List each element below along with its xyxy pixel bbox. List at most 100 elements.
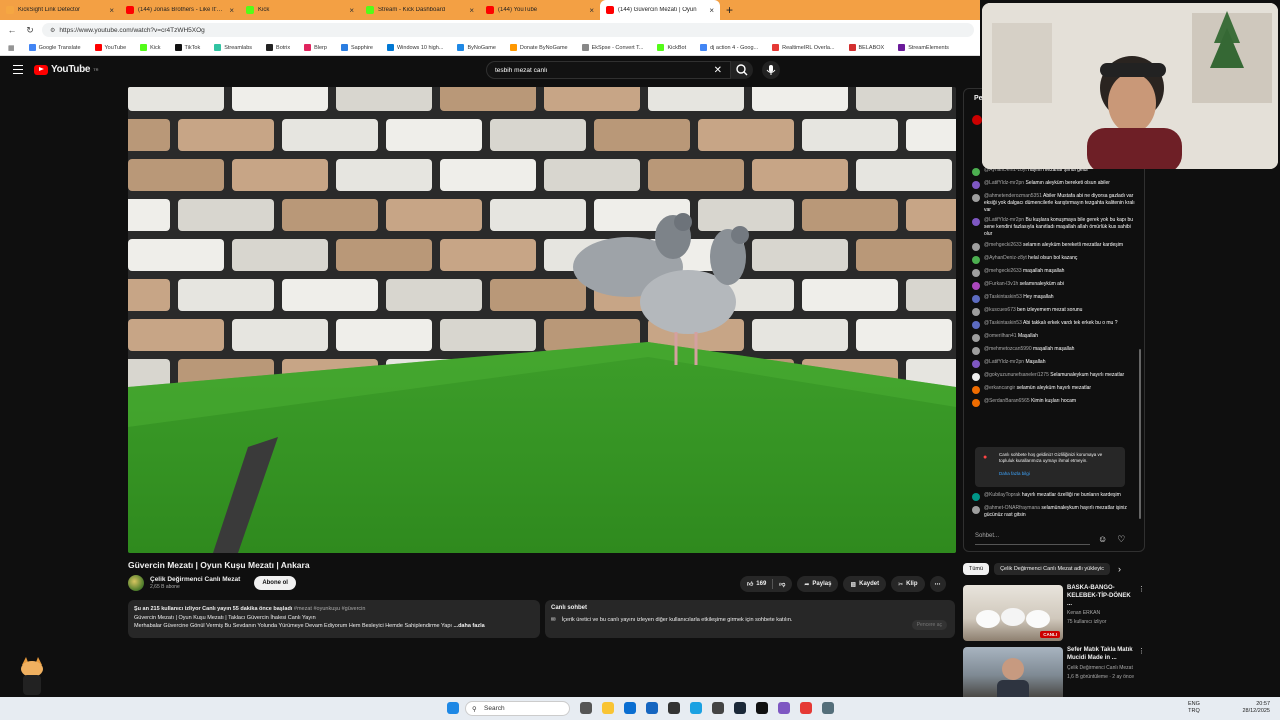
edge-icon[interactable] (690, 702, 702, 714)
browser-tab[interactable]: Stream - Kick Dashboard × (360, 0, 480, 20)
steam-icon[interactable] (734, 702, 746, 714)
chat-avatar[interactable] (972, 493, 980, 501)
chat-avatar[interactable] (972, 242, 980, 251)
bookmark-item[interactable]: Windows 10 high... (386, 44, 443, 51)
chevron-right-icon[interactable]: › (1118, 564, 1121, 574)
heart-icon[interactable]: ♡ (1117, 534, 1125, 545)
chrome-icon[interactable] (800, 702, 812, 714)
capcut-icon[interactable] (756, 702, 768, 714)
channel-name[interactable]: Çelik Değirmenci Canlı Mezat (150, 576, 240, 583)
browser-tab[interactable]: (144) Güvercin Mezatı | Oyun × (600, 0, 720, 20)
thumbs-down-icon[interactable]: 👎︎ (779, 580, 785, 588)
bookmark-item[interactable]: Sapphire (340, 44, 373, 51)
chat-avatar[interactable] (972, 194, 980, 202)
settings-icon[interactable] (712, 702, 724, 714)
channel-avatar[interactable] (128, 575, 144, 591)
task-view-icon[interactable] (580, 702, 592, 714)
browser-tab[interactable]: Kick × (240, 0, 360, 20)
chat-avatar[interactable] (972, 320, 980, 329)
chat-avatar[interactable] (972, 506, 980, 514)
file-explorer-icon[interactable] (602, 702, 614, 714)
bookmark-item[interactable]: EkSpse - Convert T... (581, 44, 643, 51)
chat-username[interactable]: @mehgecki2633 (984, 268, 1022, 274)
search-input[interactable]: tesbih mezat canlı ✕ (486, 61, 731, 79)
chat-avatar[interactable] (972, 181, 980, 189)
browser-tab[interactable]: KickSight Link Detector × (0, 0, 120, 20)
chat-scrollbar[interactable] (1139, 349, 1141, 519)
bookmark-item[interactable]: dj action 4 - Goog... (700, 44, 758, 51)
chat-avatar[interactable] (972, 359, 980, 368)
youtube-logo[interactable]: YouTube TR (34, 64, 99, 75)
bookmark-item[interactable]: BELABOX (848, 44, 884, 51)
open-chat-window-button[interactable]: Pencere aç (911, 620, 947, 630)
chat-username[interactable]: @KubilayToprak (984, 492, 1020, 498)
site-info-icon[interactable]: ⚙ (50, 27, 55, 34)
bookmark-item[interactable]: TikTok (174, 44, 200, 51)
chat-username[interactable]: @Furkan-l3v1h (984, 281, 1018, 287)
chat-avatar[interactable] (972, 398, 980, 407)
language-indicator[interactable]: ENG TRQ (1188, 701, 1200, 715)
refresh-icon[interactable]: ↻ (24, 25, 36, 36)
emoji-icon[interactable]: ☺ (1098, 534, 1107, 545)
tab-close-icon[interactable]: × (349, 6, 354, 15)
welcome-more-link[interactable]: Daha fazla bilgi (999, 471, 1119, 477)
bookmark-item[interactable]: Streamlabs (214, 44, 252, 51)
browser-tab[interactable]: (144) Jonas Brothers - Like It's Chr × (120, 0, 240, 20)
chat-username[interactable]: @erkancangir (984, 385, 1015, 391)
bookmark-item[interactable]: KickBot (657, 44, 686, 51)
bookmark-item[interactable]: ByNoGame (457, 44, 496, 51)
related-video-1[interactable]: CANLI BASKA-BANGO-KELEBEK-TİP-DÖNEK ... … (963, 585, 1145, 641)
subscribe-button[interactable]: Abone ol (254, 576, 296, 590)
search-button[interactable] (731, 61, 753, 79)
video-player[interactable] (128, 87, 956, 553)
bookmark-item[interactable]: Donate ByNoGame (509, 44, 568, 51)
tab-close-icon[interactable]: × (109, 6, 114, 15)
tab-close-icon[interactable]: × (709, 6, 714, 15)
related-more-icon-1[interactable]: ⋮ (1138, 585, 1145, 641)
new-tab-button[interactable]: + (726, 3, 733, 17)
hamburger-menu-icon[interactable] (13, 65, 23, 74)
bookmark-item[interactable]: Blerp (304, 44, 327, 51)
related-video-2[interactable]: Sefer Matık Takla Matık Mucidi Made in .… (963, 647, 1145, 703)
chat-avatar[interactable] (972, 372, 980, 381)
chat-avatar[interactable] (972, 385, 980, 394)
clear-search-icon[interactable]: ✕ (714, 65, 722, 76)
chat-username[interactable]: @SerdanBaran6565 (984, 398, 1030, 404)
description-tags[interactable]: #mezat #oyunkuşu #güvercin (294, 606, 366, 612)
chat-avatar[interactable] (972, 346, 980, 355)
start-icon[interactable] (447, 702, 459, 714)
clip-button[interactable]: ✂ Klip (891, 576, 925, 592)
store-icon[interactable] (624, 702, 636, 714)
like-button[interactable]: 👍︎ 169 👎︎ (740, 576, 793, 592)
chat-username[interactable]: @gokyuzununefsaneleri1275 (984, 372, 1049, 378)
chat-avatar[interactable] (972, 333, 980, 342)
bookmark-item[interactable]: Botrix (266, 44, 290, 51)
chat-username[interactable]: @mehmetozcan5990 (984, 346, 1032, 352)
bookmark-item[interactable]: StreamElements (898, 44, 949, 51)
chat-username[interactable]: @omerilhan41 (984, 333, 1017, 339)
chat-avatar[interactable] (972, 218, 980, 227)
browser-tab[interactable]: (144) YouTube × (480, 0, 600, 20)
tab-close-icon[interactable]: × (229, 6, 234, 15)
chat-username[interactable]: @kuscues673 (984, 307, 1016, 313)
chat-input[interactable]: Sohbet... (975, 533, 1090, 545)
more-actions-button[interactable]: ⋯ (929, 576, 946, 592)
discord-icon[interactable] (778, 702, 790, 714)
chat-avatar[interactable] (972, 294, 980, 303)
related-thumbnail-1[interactable]: CANLI (963, 585, 1063, 641)
chat-username[interactable]: @Taskintaskin53 (984, 320, 1022, 326)
chat-username[interactable]: @LatifYldz-mr2pn (984, 217, 1024, 223)
system-clock[interactable]: 20:57 28/12/2025 (1242, 701, 1270, 715)
chat-username[interactable]: @ahmetenderozman5351 (984, 193, 1042, 199)
tab-close-icon[interactable]: × (469, 6, 474, 15)
obs-icon[interactable] (668, 702, 680, 714)
save-button[interactable]: ▩ Kaydet (843, 576, 887, 592)
chip-channel[interactable]: Çelik Değirmenci Canlı Mezat adlı yükley… (994, 563, 1110, 575)
tab-close-icon[interactable]: × (589, 6, 594, 15)
chat-avatar[interactable] (972, 255, 980, 264)
chat-username[interactable]: @AyhanDeniz-z8yt (984, 255, 1027, 261)
chip-all[interactable]: Tümü (963, 563, 990, 575)
share-button[interactable]: ➦ Paylaş (797, 576, 839, 592)
bookmark-item[interactable]: RealtimeIRL Overla... (772, 44, 835, 51)
bookmark-item[interactable]: YouTube (94, 44, 126, 51)
